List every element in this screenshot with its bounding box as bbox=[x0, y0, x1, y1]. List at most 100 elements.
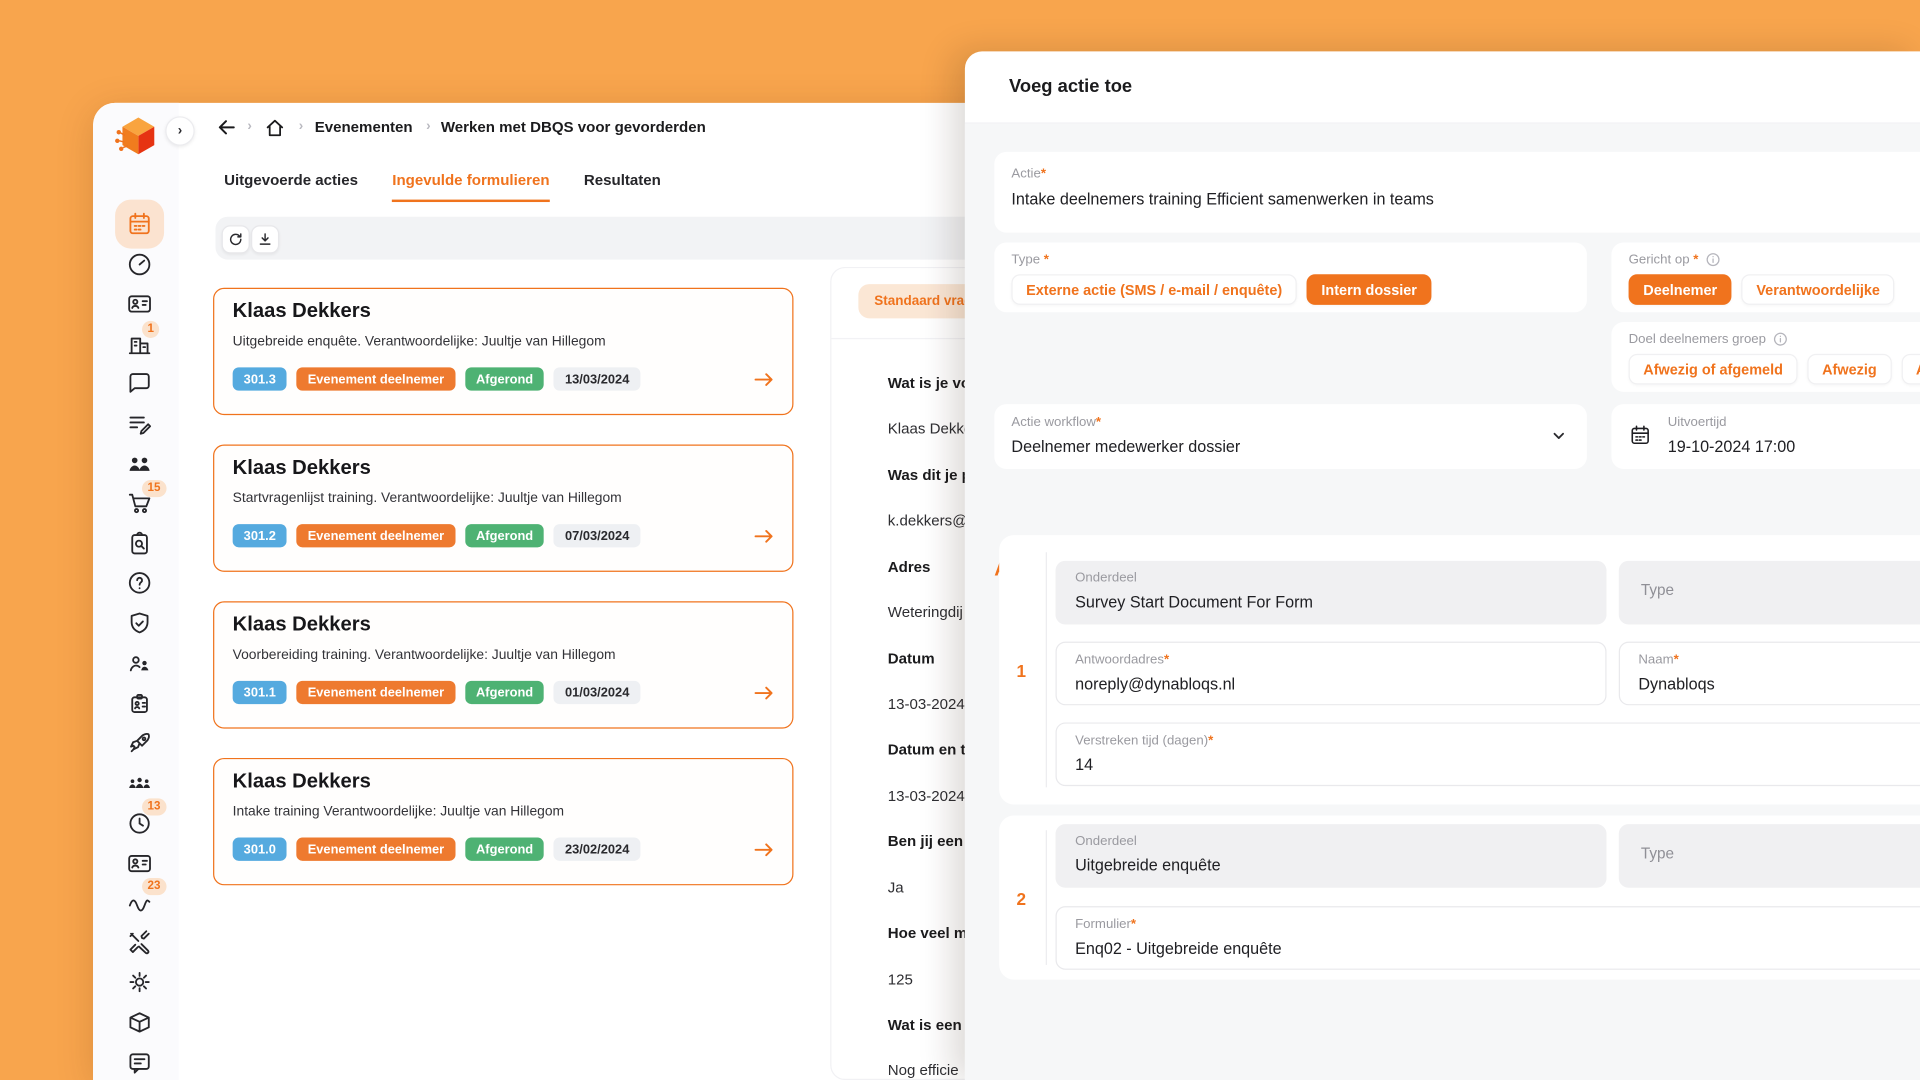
home-button[interactable] bbox=[264, 118, 285, 139]
sidebar-item-cards[interactable] bbox=[125, 849, 154, 878]
tab-resultaten[interactable]: Resultaten bbox=[584, 171, 661, 202]
sidebar-item-help[interactable] bbox=[125, 568, 154, 597]
option-deelnemer[interactable]: Deelnemer bbox=[1629, 274, 1732, 305]
sidebar-expand-button[interactable]: › bbox=[165, 116, 194, 145]
uitvoertijd-field[interactable]: Uitvoertijd 19-10-2024 17:00 bbox=[1611, 404, 1920, 469]
form-card[interactable]: Klaas Dekkers Voorbereiding training. Ve… bbox=[213, 601, 793, 728]
tab-ingevulde-formulieren[interactable]: Ingevulde formulieren bbox=[392, 171, 549, 202]
organisations-count-badge: 1 bbox=[142, 321, 160, 338]
sidebar-item-packages[interactable] bbox=[125, 1008, 154, 1037]
type-badge: Evenement deelnemer bbox=[297, 838, 456, 861]
sidebar-item-dashboard[interactable] bbox=[125, 250, 154, 279]
card-subtitle: Voorbereiding training. Verantwoordelijk… bbox=[233, 648, 616, 663]
cube-logo-icon bbox=[114, 111, 163, 162]
sidebar-item-badges[interactable] bbox=[125, 688, 154, 717]
onderdeel-field: Onderdeel Survey Start Document For Form bbox=[1056, 561, 1607, 625]
formulier-field[interactable]: Formulier* Enq02 - Uitgebreide enquête bbox=[1056, 906, 1920, 970]
actie-field[interactable]: Actie* Intake deelnemers training Effici… bbox=[994, 152, 1920, 233]
verstreken-tijd-field[interactable]: Verstreken tijd (dagen)* 14 bbox=[1056, 722, 1920, 786]
clipboard-search-icon bbox=[126, 530, 153, 557]
gericht-op-field-group: Gericht op * Deelnemer Verantwoordelijke bbox=[1611, 242, 1920, 312]
rocket-icon bbox=[126, 730, 153, 757]
back-button[interactable] bbox=[214, 115, 238, 139]
workflow-select[interactable]: Actie workflow* Deelnemer medewerker dos… bbox=[994, 404, 1587, 469]
required-mark: * bbox=[1044, 252, 1049, 267]
question-text: Adres bbox=[888, 556, 931, 578]
arrow-right-icon bbox=[753, 528, 775, 545]
open-card-arrow[interactable] bbox=[753, 371, 775, 388]
type-badge: Evenement deelnemer bbox=[297, 524, 456, 547]
info-icon[interactable] bbox=[1773, 332, 1788, 347]
required-mark: * bbox=[1131, 917, 1136, 932]
sidebar-item-launch[interactable] bbox=[125, 729, 154, 758]
workflow-label: Actie workflow bbox=[1011, 415, 1095, 430]
arrow-right-icon bbox=[753, 684, 775, 701]
sidebar-item-forms[interactable] bbox=[125, 409, 154, 438]
option-verantwoordelijke[interactable]: Verantwoordelijke bbox=[1742, 274, 1895, 305]
breadcrumb-section[interactable]: Evenementen bbox=[315, 119, 413, 136]
required-mark: * bbox=[1208, 733, 1213, 748]
card-title: Klaas Dekkers bbox=[233, 300, 371, 323]
open-card-arrow[interactable] bbox=[753, 841, 775, 858]
date-badge: 13/03/2024 bbox=[554, 367, 640, 390]
card-subtitle: Uitgebreide enquête. Verantwoordelijke: … bbox=[233, 334, 606, 349]
sidebar-item-chat[interactable] bbox=[125, 369, 154, 398]
sidebar-item-settings[interactable] bbox=[125, 967, 154, 996]
naam-field[interactable]: Naam* Dynabloqs bbox=[1619, 642, 1920, 706]
onderdeel-value: Survey Start Document For Form bbox=[1075, 593, 1313, 611]
date-badge: 01/03/2024 bbox=[554, 681, 640, 704]
date-badge: 23/02/2024 bbox=[554, 838, 640, 861]
answer-text: Weteringdij bbox=[888, 601, 963, 623]
date-badge: 07/03/2024 bbox=[554, 524, 640, 547]
doel-groep-field-group: Doel deelnemers groep Afwezig of afgemel… bbox=[1611, 322, 1920, 392]
sidebar-item-tools[interactable] bbox=[125, 928, 154, 957]
tab-uitgevoerde-acties[interactable]: Uitgevoerde acties bbox=[224, 171, 358, 202]
question-text: Datum en t bbox=[888, 738, 966, 760]
question-text: Was dit je p bbox=[888, 464, 971, 486]
verstreken-tijd-label: Verstreken tijd (dagen) bbox=[1075, 733, 1208, 748]
sidebar-item-trainers[interactable] bbox=[125, 649, 154, 678]
help-circle-icon bbox=[126, 569, 153, 596]
open-card-arrow[interactable] bbox=[753, 528, 775, 545]
breadcrumb-separator: › bbox=[299, 119, 303, 134]
option-intern-dossier[interactable]: Intern dossier bbox=[1307, 274, 1432, 305]
option-afgemeld[interactable]: Afgemeld bbox=[1901, 354, 1920, 385]
form-card[interactable]: Klaas Dekkers Startvragenlijst training.… bbox=[213, 444, 793, 571]
antwoordadres-value: noreply@dynabloqs.nl bbox=[1075, 675, 1235, 693]
option-afwezig[interactable]: Afwezig bbox=[1807, 354, 1891, 385]
gericht-op-label: Gericht op bbox=[1629, 252, 1690, 267]
type-badge: Evenement deelnemer bbox=[297, 367, 456, 390]
onderdeel-item-2: 2 Onderdeel Uitgebreide enquête Type For… bbox=[999, 816, 1920, 980]
info-icon[interactable] bbox=[1706, 252, 1721, 267]
sidebar-item-events[interactable] bbox=[125, 209, 154, 238]
download-button[interactable] bbox=[251, 225, 279, 253]
users-alt-icon bbox=[126, 650, 153, 677]
answer-text: 13-03-2024 bbox=[888, 693, 965, 715]
sidebar-item-compliance[interactable] bbox=[125, 609, 154, 638]
option-afwezig-of-afgemeld[interactable]: Afwezig of afgemeld bbox=[1629, 354, 1798, 385]
onderdeel-field: Onderdeel Uitgebreide enquête bbox=[1056, 824, 1607, 888]
message-square-icon bbox=[126, 1049, 153, 1076]
open-card-arrow[interactable] bbox=[753, 684, 775, 701]
uitvoertijd-label: Uitvoertijd bbox=[1668, 415, 1727, 430]
sidebar: › 1 bbox=[93, 103, 179, 1080]
arrow-right-icon bbox=[753, 371, 775, 388]
option-externe-actie[interactable]: Externe actie (SMS / e-mail / enquête) bbox=[1011, 274, 1296, 305]
sidebar-item-teams[interactable] bbox=[125, 768, 154, 797]
chat-icon bbox=[126, 370, 153, 397]
antwoordadres-field[interactable]: Antwoordadres* noreply@dynabloqs.nl bbox=[1056, 642, 1607, 706]
breadcrumb-separator: › bbox=[247, 119, 251, 134]
chevron-down-icon bbox=[1550, 427, 1567, 444]
sidebar-item-audits[interactable] bbox=[125, 529, 154, 558]
form-edit-icon bbox=[126, 410, 153, 437]
form-card[interactable]: Klaas Dekkers Uitgebreide enquête. Veran… bbox=[213, 288, 793, 415]
answer-text: Klaas Dekke bbox=[888, 418, 973, 440]
sidebar-item-messages[interactable] bbox=[125, 1048, 154, 1077]
type-placeholder: Type bbox=[1641, 582, 1674, 599]
id-badge-icon bbox=[126, 689, 153, 716]
sidebar-item-contacts[interactable] bbox=[125, 289, 154, 318]
refresh-button[interactable] bbox=[222, 225, 250, 253]
form-card[interactable]: Klaas Dekkers Intake training Verantwoor… bbox=[213, 758, 793, 885]
item-divider bbox=[1046, 830, 1047, 965]
sidebar-item-participants[interactable] bbox=[125, 449, 154, 478]
